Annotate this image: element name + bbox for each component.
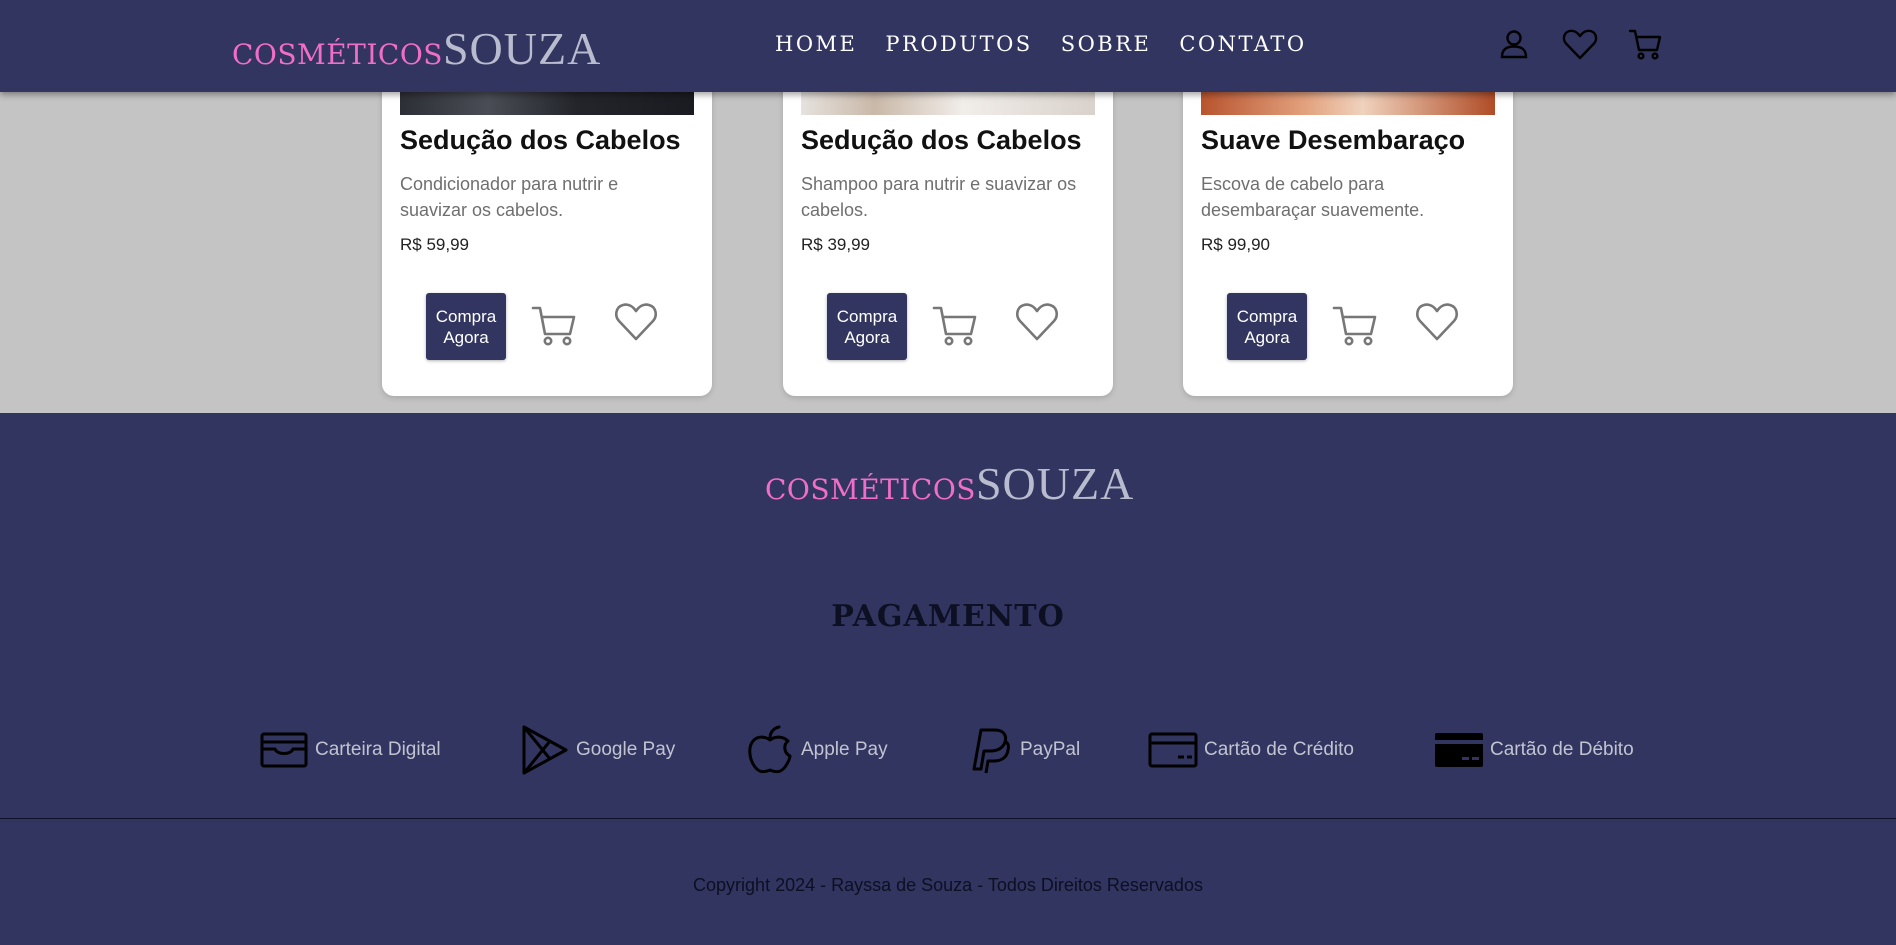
product-description: Condicionador para nutrir e suavizar os … [400,174,619,220]
logo-small-text: COSMÉTICOS [232,38,443,71]
buy-now-button[interactable]: Compra Agora [827,293,907,360]
debit-card-icon [1435,733,1483,767]
payment-label: PayPal [1020,739,1081,760]
copyright-text: Copyright 2024 - Rayssa de Souza - Todos… [693,875,1203,895]
payment-method-debit-card: Cartão de Débito [1434,725,1634,775]
payment-label: Apple Pay [801,739,888,760]
product-description: Escova de cabelo para desembaraçar suave… [1201,174,1425,220]
nav-sobre[interactable]: Sobre [1061,32,1152,56]
product-card: Sedução dos Cabelos Condicionador para n… [382,40,712,396]
site-header: COSMÉTICOSSOUZA Home Produtos Sobre Cont… [0,0,1896,92]
payment-heading: Pagamento [831,599,1065,634]
product-card: Sedução dos Cabelos Shampoo para nutrir … [783,40,1113,396]
product-title: Sedução dos Cabelos [801,125,1082,155]
main-nav: Home Produtos Sobre Contato [775,32,1307,56]
nav-home[interactable]: Home [775,32,857,56]
favorite-heart-icon[interactable] [612,298,660,344]
add-to-cart-icon[interactable] [530,302,578,348]
logo-small-text: COSMÉTICOS [765,473,976,506]
favorite-heart-icon[interactable] [1413,298,1461,344]
add-to-cart-icon[interactable] [931,302,979,348]
logo-big-text: SOUZA [975,458,1135,509]
google-play-icon [522,725,568,775]
product-title: Suave Desembaraço [1201,125,1466,155]
payment-label: Google Pay [576,739,676,760]
heart-icon[interactable] [1561,26,1599,62]
product-price: R$ 99,90 [1201,235,1270,254]
wallet-icon [260,732,308,768]
credit-card-icon [1148,732,1198,768]
user-icon[interactable] [1496,26,1532,62]
payment-label: Carteira Digital [315,739,441,760]
site-footer: COSMÉTICOSSOUZA Pagamento Carteira Digit… [0,413,1896,945]
cart-icon[interactable] [1628,26,1664,62]
footer-logo[interactable]: COSMÉTICOSSOUZA [765,457,1134,510]
buy-now-button[interactable]: Compra Agora [426,293,506,360]
payment-method-paypal: PayPal [964,725,1080,775]
buy-now-button[interactable]: Compra Agora [1227,293,1307,360]
payment-method-credit-card: Cartão de Crédito [1148,725,1354,775]
product-price: R$ 39,99 [801,235,870,254]
payment-label: Cartão de Débito [1490,739,1634,760]
product-title: Sedução dos Cabelos [400,125,681,155]
apple-icon [748,725,792,774]
product-description: Shampoo para nutrir e suavizar os cabelo… [801,174,1077,220]
product-price: R$ 59,99 [400,235,469,254]
footer-divider [0,818,1896,819]
logo-big-text: SOUZA [442,23,602,74]
payment-method-digital-wallet: Carteira Digital [259,725,441,775]
add-to-cart-icon[interactable] [1331,302,1379,348]
favorite-heart-icon[interactable] [1013,298,1061,344]
nav-contato[interactable]: Contato [1179,32,1306,56]
header-logo[interactable]: COSMÉTICOSSOUZA [232,22,601,75]
payment-method-apple-pay: Apple Pay [745,725,888,775]
nav-produtos[interactable]: Produtos [885,32,1032,56]
payment-method-google-pay: Google Pay [520,725,675,775]
product-card: Suave Desembaraço Escova de cabelo para … [1183,40,1513,396]
payment-label: Cartão de Crédito [1204,739,1354,760]
paypal-icon [972,728,1010,774]
